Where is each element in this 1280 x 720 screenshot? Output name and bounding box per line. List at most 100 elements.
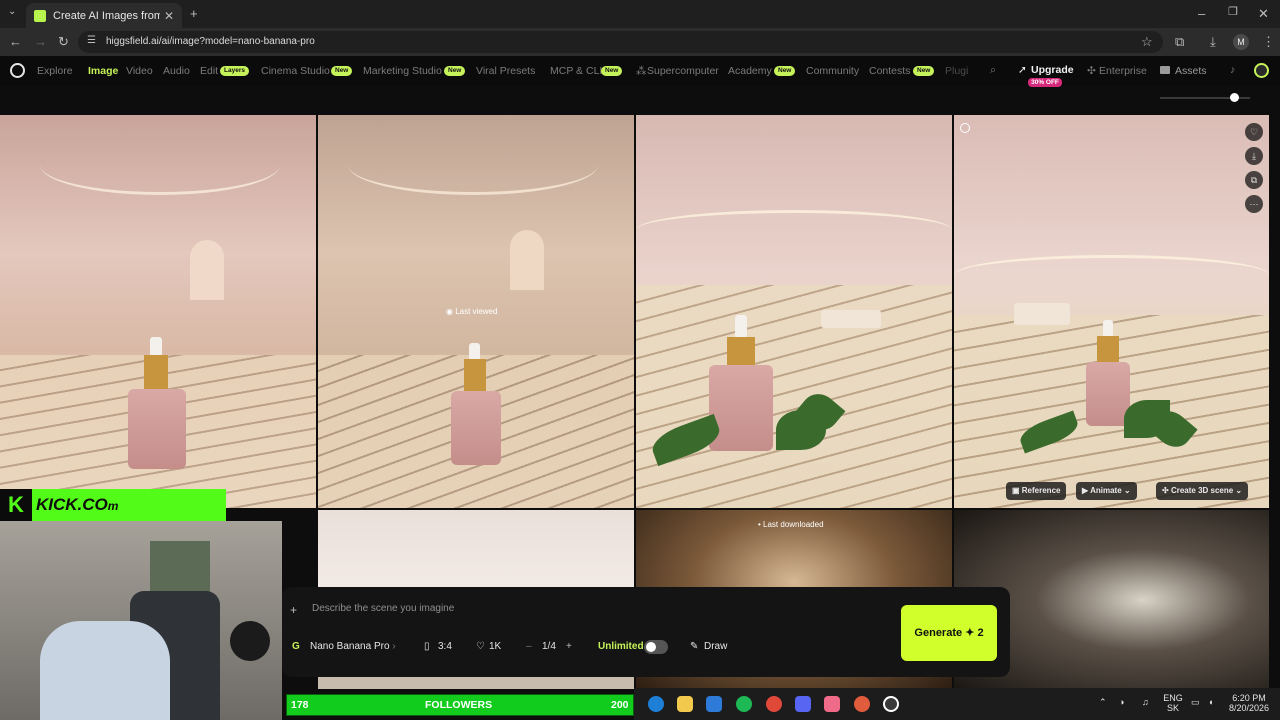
tray-overflow-icon[interactable]: ⌃ — [1099, 697, 1107, 708]
volume-icon[interactable]: ◖ — [1208, 697, 1213, 707]
arched-niche — [510, 230, 544, 290]
forward-icon[interactable]: → — [34, 35, 47, 48]
nav-enterprise[interactable]: Enterprise — [1099, 65, 1147, 77]
more-options-icon[interactable]: ⋯ — [1245, 195, 1263, 213]
downloads-icon[interactable]: ⤓ — [1210, 35, 1216, 48]
nav-viral-presets[interactable]: Viral Presets — [476, 65, 535, 77]
nav-academy[interactable]: Academy — [728, 65, 772, 77]
model-name: Nano Banana Pro — [310, 641, 390, 652]
nav-mcp-cli[interactable]: MCP & CLI — [550, 65, 602, 77]
reference-button[interactable]: ▣ Reference — [1006, 482, 1067, 500]
restore-icon[interactable]: ❐ — [1228, 7, 1238, 18]
system-clock[interactable]: 6:20 PM 8/20/2026 — [1228, 693, 1270, 713]
select-checkbox[interactable] — [960, 123, 970, 133]
mail-icon[interactable] — [706, 696, 722, 712]
app-icon[interactable] — [824, 696, 840, 712]
create-3d-scene-button[interactable]: ✣ Create 3D scene ⌄ — [1156, 482, 1249, 500]
favorite-heart-icon[interactable]: ♡ — [1245, 123, 1263, 141]
notifications-bell-icon[interactable]: ♪ — [1230, 64, 1235, 76]
user-avatar[interactable] — [1254, 63, 1269, 78]
browser-menu-icon[interactable]: ⋮ — [1262, 35, 1275, 48]
grid-size-slider-handle[interactable] — [1230, 93, 1239, 102]
close-window-icon[interactable]: ✕ — [1258, 7, 1269, 20]
store-icon[interactable] — [677, 696, 693, 712]
obs-icon[interactable] — [883, 696, 899, 712]
nav-marketing-studio[interactable]: Marketing Studio — [363, 65, 442, 77]
badge-new: New — [913, 66, 935, 76]
generate-cost: ✦ 2 — [965, 627, 984, 639]
higgsfield-logo-icon[interactable] — [10, 63, 25, 78]
rocket-icon: ➚ — [1018, 64, 1027, 76]
download-icon[interactable]: ⤓ — [1245, 147, 1263, 165]
browser-tab[interactable]: Create AI Images from Text & P ✕ — [26, 3, 182, 28]
wall-light-strip — [954, 255, 1269, 295]
bookmark-star-icon[interactable]: ☆ — [1141, 35, 1153, 48]
gallery-image-3[interactable] — [636, 115, 952, 508]
site-nav: Explore Image Video Audio Edit Layers Ci… — [0, 56, 1280, 86]
draw-button[interactable]: Draw — [704, 641, 727, 652]
enterprise-icon: ✣ — [1087, 65, 1096, 77]
nav-explore[interactable]: Explore — [37, 65, 73, 77]
model-selector[interactable]: Nano Banana Pro › — [310, 641, 396, 652]
add-attachment-icon[interactable]: + — [290, 603, 297, 617]
nav-edit[interactable]: Edit — [200, 65, 218, 77]
generate-button[interactable]: Generate ✦ 2 — [901, 605, 997, 661]
input-language[interactable]: ENG SK — [1163, 693, 1183, 713]
unlimited-toggle[interactable] — [644, 640, 668, 654]
aspect-ratio-button[interactable]: 3:4 — [438, 641, 452, 652]
nav-contests[interactable]: Contests — [869, 65, 910, 77]
extensions-icon[interactable]: ⧉ — [1175, 35, 1184, 48]
generate-label: Generate — [914, 627, 963, 639]
gallery-image-9[interactable] — [318, 677, 634, 689]
badge-new: New — [331, 66, 353, 76]
nav-cinema-studio[interactable]: Cinema Studio — [261, 65, 330, 77]
profile-avatar[interactable]: M — [1233, 34, 1249, 50]
network-icon[interactable]: ▭ — [1191, 697, 1200, 708]
wood-benches — [636, 285, 952, 508]
increment-count-button[interactable]: + — [566, 641, 572, 652]
nav-assets[interactable]: Assets — [1175, 65, 1207, 77]
minimize-icon[interactable]: – — [1198, 7, 1205, 20]
followers-label: FOLLOWERS — [425, 699, 493, 711]
app-icon-2[interactable] — [854, 696, 870, 712]
microphone-tray-icon[interactable]: ♫ — [1142, 697, 1149, 707]
edge-icon[interactable] — [648, 696, 664, 712]
animate-label: Animate — [1090, 486, 1122, 495]
new-tab-icon[interactable]: + — [190, 7, 198, 20]
nav-community[interactable]: Community — [806, 65, 859, 77]
discord-icon[interactable] — [795, 696, 811, 712]
nav-audio[interactable]: Audio — [163, 65, 190, 77]
reload-icon[interactable]: ↻ — [58, 35, 69, 48]
resolution-button[interactable]: 1K — [489, 641, 501, 652]
gallery-image-2[interactable]: ◉ Last viewed — [318, 115, 634, 508]
webcam-overlay — [0, 521, 282, 720]
spotify-icon[interactable] — [736, 696, 752, 712]
aspect-ratio-icon: ▯ — [424, 641, 430, 652]
badge-new: New — [774, 66, 796, 76]
site-favicon-icon — [34, 9, 46, 22]
close-tab-icon[interactable]: ✕ — [164, 9, 174, 23]
create-3d-label: Create 3D scene — [1170, 486, 1234, 495]
upgrade-button[interactable]: Upgrade — [1031, 64, 1074, 76]
back-icon[interactable]: ← — [9, 35, 22, 48]
wall-light-strip — [636, 210, 952, 250]
nav-video[interactable]: Video — [126, 65, 153, 77]
chrome-icon[interactable] — [766, 696, 782, 712]
site-info-icon[interactable]: ☰ — [87, 36, 96, 46]
gallery-image-4[interactable]: ♡ ⤓ ⧉ ⋯ ▣ Reference ▶ Animate ⌄ ✣ Create… — [954, 115, 1269, 508]
nav-image[interactable]: Image — [88, 65, 118, 77]
copy-icon[interactable]: ⧉ — [1245, 171, 1263, 189]
gallery-image-1[interactable] — [0, 115, 316, 508]
gallery-image-6[interactable] — [318, 510, 634, 590]
tray-app-icon[interactable]: ◑ — [1119, 697, 1124, 707]
kick-text: KICK.COm — [36, 495, 119, 514]
tab-menu-icon[interactable]: ⌄ — [8, 7, 16, 17]
nav-supercomputer[interactable]: Supercomputer — [647, 65, 719, 77]
omnibox[interactable]: ☰ higgsfield.ai/ai/image?model=nano-bana… — [78, 31, 1163, 53]
nav-plugins[interactable]: Plugi — [945, 65, 968, 77]
decrement-count-button[interactable]: – — [526, 641, 532, 652]
search-icon[interactable]: ⌕ — [990, 64, 996, 77]
animate-button[interactable]: ▶ Animate ⌄ — [1076, 482, 1137, 500]
prompt-input[interactable]: Describe the scene you imagine — [312, 603, 454, 614]
nav-supercomputer-icon: ⁂ — [636, 65, 647, 77]
